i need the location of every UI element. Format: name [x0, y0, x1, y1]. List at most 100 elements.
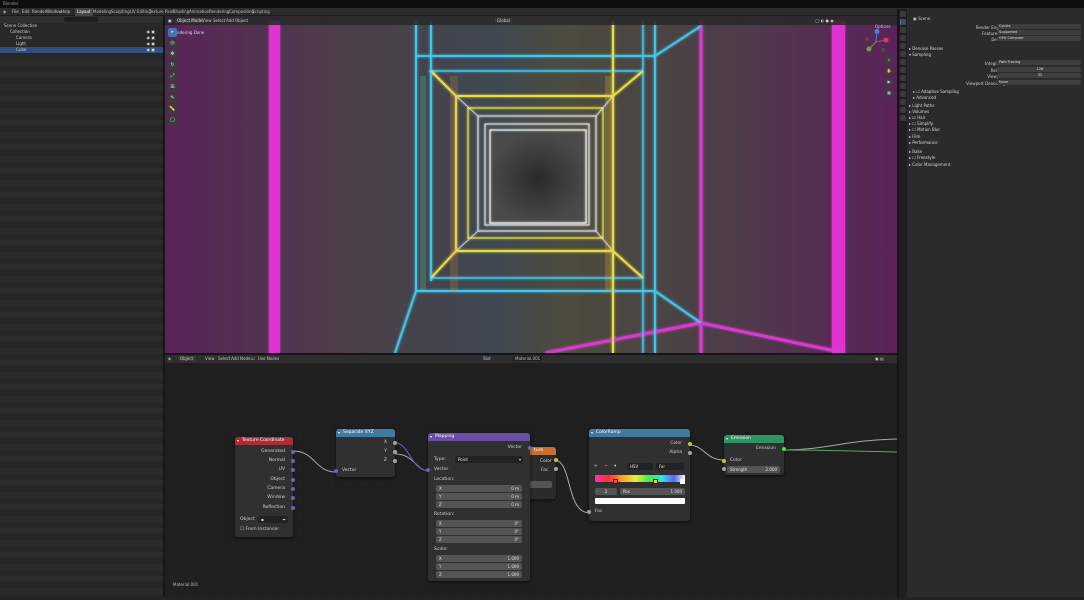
- stop-position-field[interactable]: Pos 1.000: [620, 488, 685, 495]
- stop-index-field[interactable]: 2: [595, 488, 617, 495]
- section-hair[interactable]: ▸ ☑ Hair: [909, 115, 925, 120]
- input-socket[interactable]: [722, 467, 726, 471]
- tool-tab-icon[interactable]: [900, 11, 906, 17]
- output-tab-icon[interactable]: [900, 27, 906, 33]
- input-socket[interactable]: [587, 510, 591, 514]
- viewport-denoising-dropdown[interactable]: None: [997, 80, 1081, 85]
- physics-tab-icon[interactable]: [900, 83, 906, 89]
- location-z-field[interactable]: Z 0 m: [436, 501, 522, 508]
- material-tab-icon[interactable]: [900, 107, 906, 113]
- section-sampling[interactable]: ▾ Sampling: [909, 52, 931, 57]
- interpolation-dropdown[interactable]: Far: [656, 463, 684, 470]
- render-tab-icon[interactable]: [900, 19, 906, 25]
- pan-hand-icon[interactable]: ✋: [885, 67, 893, 75]
- select-box-tool-icon[interactable]: ▸: [168, 28, 177, 37]
- scale-x-field[interactable]: X 1.000: [436, 555, 522, 562]
- constraints-tab-icon[interactable]: [900, 91, 906, 97]
- render-samples-field[interactable]: 128: [997, 67, 1081, 72]
- select-menu[interactable]: Select: [213, 18, 225, 23]
- location-y-field[interactable]: Y 0 m: [436, 493, 522, 500]
- output-socket[interactable]: [782, 447, 786, 451]
- shader-node-editor[interactable]: ◈ Object View Select Add Node ☑ Use Node…: [165, 353, 897, 599]
- output-socket[interactable]: [291, 468, 295, 472]
- outliner-row-cube[interactable]: Cube ◉ ▣: [0, 47, 163, 53]
- color-stop-handle-active[interactable]: [680, 479, 685, 484]
- cursor-tool-icon[interactable]: ◎: [168, 39, 177, 48]
- output-socket[interactable]: [393, 450, 397, 454]
- section-freestyle[interactable]: ▸ ☐ Freestyle: [909, 155, 935, 160]
- object-menu[interactable]: Object: [235, 18, 248, 23]
- navigation-gizmo[interactable]: [863, 29, 889, 55]
- section-volumes[interactable]: ▸ Volumes: [909, 109, 929, 114]
- texture-tab-icon[interactable]: [900, 115, 906, 121]
- location-x-field[interactable]: X 0 m: [436, 485, 522, 492]
- input-socket[interactable]: [426, 468, 430, 472]
- section-simplify[interactable]: ▸ ☐ Simplify: [909, 121, 933, 126]
- menu-window[interactable]: Window: [46, 9, 62, 14]
- particles-tab-icon[interactable]: [900, 75, 906, 81]
- menu-render[interactable]: Render: [32, 9, 46, 14]
- output-socket[interactable]: [554, 458, 558, 462]
- modifier-tab-icon[interactable]: [900, 67, 906, 73]
- object-tab-icon[interactable]: [900, 59, 906, 65]
- object-picker-field[interactable]: ▪ ✒: [258, 516, 288, 523]
- transform-orientation[interactable]: Global: [495, 18, 512, 23]
- section-motion-blur[interactable]: ▸ ☐ Motion Blur: [909, 127, 940, 132]
- section-bake[interactable]: ▸ Bake: [909, 149, 922, 154]
- add-cube-tool-icon[interactable]: ▢: [168, 116, 177, 125]
- from-instancer-checkbox[interactable]: ☐ From Instancer: [240, 527, 279, 532]
- input-socket[interactable]: [722, 459, 726, 463]
- rotation-x-field[interactable]: X 0°: [436, 520, 522, 527]
- subsection-adaptive-sampling[interactable]: ▸ ☐ Adaptive Sampling: [913, 89, 959, 94]
- shading-modes[interactable]: ◯ ◐ ● ◉: [815, 18, 834, 23]
- feature-set-dropdown[interactable]: Supported: [997, 30, 1081, 35]
- subsection-advanced[interactable]: ▸ Advanced: [913, 95, 936, 100]
- output-socket[interactable]: [688, 451, 692, 455]
- rotate-tool-icon[interactable]: ↻: [168, 61, 177, 70]
- visibility-eye-icon[interactable]: ◉ ▣: [146, 47, 155, 53]
- rotation-z-field[interactable]: Z 0°: [436, 536, 522, 543]
- output-socket[interactable]: [393, 459, 397, 463]
- render-engine-dropdown[interactable]: Cycles: [997, 24, 1081, 29]
- camera-view-icon[interactable]: ▶: [885, 78, 893, 86]
- perspective-grid-icon[interactable]: ▦: [885, 89, 893, 97]
- tab-layout[interactable]: Layout: [75, 8, 93, 16]
- move-tool-icon[interactable]: ✥: [168, 50, 177, 59]
- view-menu[interactable]: View: [202, 18, 212, 23]
- mapping-type-dropdown[interactable]: Point ▾: [455, 456, 523, 463]
- color-mode-dropdown[interactable]: HSV: [627, 463, 653, 470]
- annotate-tool-icon[interactable]: ✎: [168, 94, 177, 103]
- node-mapping[interactable]: Mapping Vector Type: Point ▾ Vector Locat…: [426, 433, 532, 581]
- scale-z-field[interactable]: Z 1.000: [436, 571, 522, 578]
- color-ramp-gradient[interactable]: [595, 475, 685, 482]
- node-emission[interactable]: Emission Emission Color Strength 2.000: [722, 435, 786, 475]
- stop-color-swatch[interactable]: [595, 498, 685, 504]
- outliner-search-input[interactable]: [64, 17, 98, 22]
- 3d-viewport[interactable]: ▣ Object Mode View Select Add Object Glo…: [165, 16, 897, 353]
- integrator-dropdown[interactable]: Path Tracing: [997, 60, 1081, 65]
- world-tab-icon[interactable]: [900, 51, 906, 57]
- remove-stop-icon[interactable]: −: [604, 464, 608, 469]
- output-socket[interactable]: [393, 441, 397, 445]
- add-stop-icon[interactable]: +: [594, 464, 598, 469]
- menu-edit[interactable]: Edit: [22, 9, 30, 14]
- section-performance[interactable]: ▸ Performance: [909, 140, 938, 145]
- section-film[interactable]: ▸ Film: [909, 134, 920, 139]
- output-socket[interactable]: [554, 467, 558, 471]
- rotation-y-field[interactable]: Y 0°: [436, 528, 522, 535]
- output-socket[interactable]: [291, 496, 295, 500]
- node-separate-xyz[interactable]: Separate XYZ X Y Z Vector: [334, 429, 397, 477]
- view-layer-tab-icon[interactable]: [900, 35, 906, 41]
- menu-file[interactable]: File: [12, 9, 19, 14]
- viewport-samples-field[interactable]: 32: [997, 73, 1081, 78]
- menu-help[interactable]: Help: [61, 9, 70, 14]
- node-texture-coordinate[interactable]: Texture Coordinate Generated Normal UV O…: [235, 437, 295, 537]
- node-color-ramp[interactable]: ColorRamp Color Alpha + − ▾ HSV Far 2 Po…: [587, 429, 692, 521]
- chevron-down-icon[interactable]: ▾: [614, 464, 616, 469]
- zoom-icon[interactable]: ⌕: [885, 56, 893, 64]
- data-tab-icon[interactable]: [900, 99, 906, 105]
- section-light-paths[interactable]: ▸ Light Paths: [909, 103, 934, 108]
- scale-y-field[interactable]: Y 1.000: [436, 563, 522, 570]
- mode-selector[interactable]: Object Mode: [175, 18, 205, 23]
- output-socket[interactable]: [291, 506, 295, 510]
